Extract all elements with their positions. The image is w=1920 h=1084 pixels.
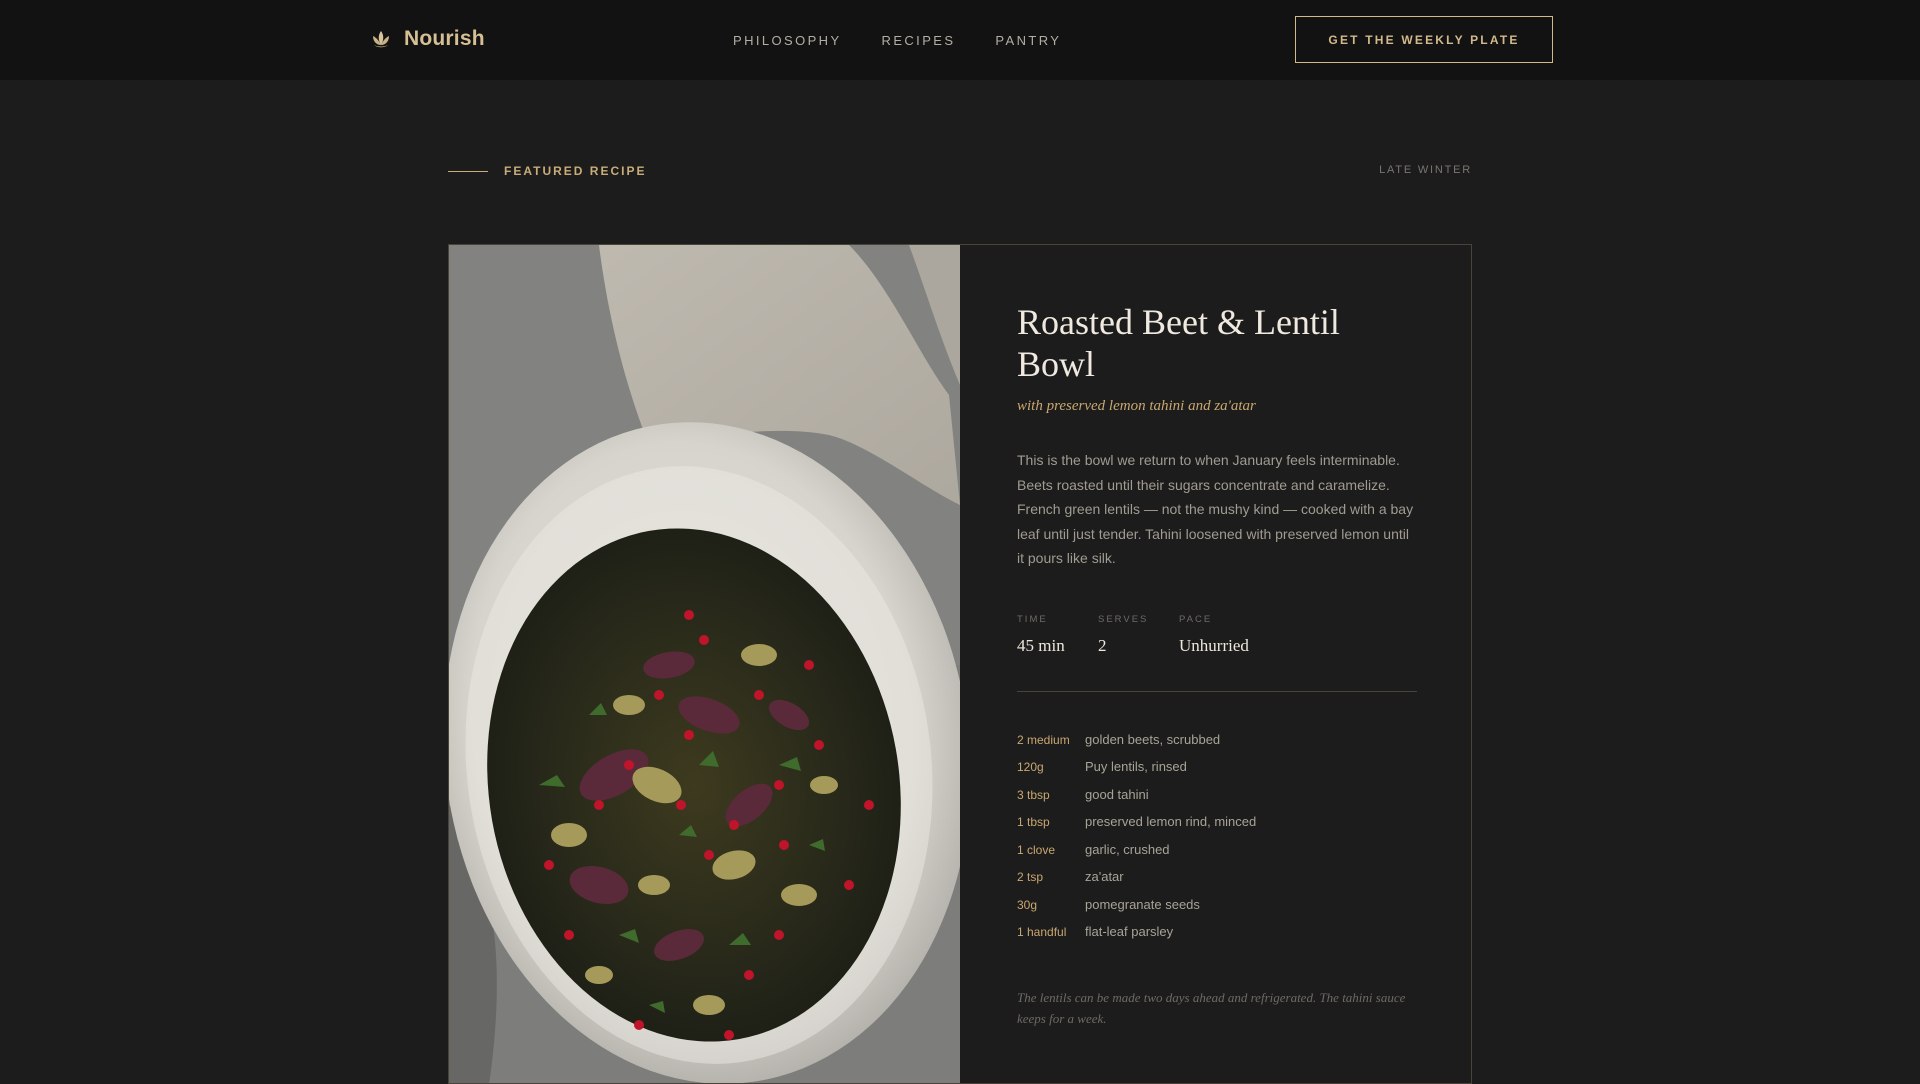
recipe-description: This is the bowl we return to when Janua… bbox=[1017, 452, 1414, 566]
recipe-photo-illustration bbox=[449, 245, 960, 1083]
ingredient-qty: 3 tbsp bbox=[1017, 787, 1050, 802]
ingredient-qty: 1 tbsp bbox=[1017, 815, 1050, 829]
main-nav: PHILOSOPHY RECIPES PANTRY bbox=[733, 33, 1061, 48]
weekly-plate-button[interactable]: GET THE WEEKLY PLATE bbox=[1295, 16, 1553, 63]
ingredient-row: 3 tbsp good tahini bbox=[1017, 787, 1417, 815]
ingredient-name: flat-leaf parsley bbox=[1085, 924, 1174, 939]
nav-link-philosophy[interactable]: PHILOSOPHY bbox=[733, 33, 842, 48]
ingredient-row: 1 tbsp preserved lemon rind, minced bbox=[1017, 814, 1417, 842]
ingredient-name: Puy lentils, rinsed bbox=[1085, 759, 1187, 774]
lotus-logo-icon bbox=[373, 31, 389, 48]
meta-serves: SERVES 2 bbox=[1098, 614, 1179, 656]
brand-home-link[interactable]: Nourish bbox=[370, 27, 485, 51]
meta-time-label: TIME bbox=[1017, 613, 1048, 625]
ingredient-name: za'atar bbox=[1085, 869, 1124, 884]
meta-serves-label: SERVES bbox=[1098, 613, 1149, 625]
nav-link-pantry[interactable]: PANTRY bbox=[995, 33, 1061, 48]
ingredient-name: good tahini bbox=[1085, 786, 1149, 802]
ingredient-qty: 2 tsp bbox=[1017, 870, 1044, 884]
ingredient-list: 2 medium golden beets, scrubbed 120g Puy… bbox=[1017, 732, 1417, 952]
ingredient-qty: 2 medium bbox=[1017, 732, 1070, 747]
meta-pace: PACE Unhurried bbox=[1179, 614, 1299, 656]
section-label: FEATURED RECIPE bbox=[504, 164, 647, 178]
recipe-card: Roasted Beet & Lentil Bowl with preserve… bbox=[448, 244, 1472, 1084]
recipe-content: Roasted Beet & Lentil Bowl with preserve… bbox=[1017, 301, 1417, 1029]
ingredient-qty: 1 clove bbox=[1017, 842, 1056, 857]
recipe-meta: TIME 45 min SERVES 2 PACE Unhurried bbox=[1017, 614, 1417, 656]
ingredient-row: 2 medium golden beets, scrubbed bbox=[1017, 732, 1417, 760]
ingredient-row: 120g Puy lentils, rinsed bbox=[1017, 759, 1417, 787]
ingredient-name: garlic, crushed bbox=[1085, 841, 1170, 857]
meta-pace-value: Unhurried bbox=[1179, 635, 1249, 655]
ingredient-row: 1 clove garlic, crushed bbox=[1017, 842, 1417, 870]
meta-serves-value: 2 bbox=[1098, 635, 1107, 655]
ingredient-name: golden beets, scrubbed bbox=[1085, 731, 1221, 747]
section-eyebrow: FEATURED RECIPE bbox=[448, 164, 646, 178]
meta-time: TIME 45 min bbox=[1017, 614, 1098, 656]
brand-name: Nourish bbox=[404, 27, 485, 50]
nav-link-recipes[interactable]: RECIPES bbox=[882, 33, 956, 48]
meta-time-value: 45 min bbox=[1017, 635, 1065, 655]
ingredient-qty: 1 handful bbox=[1017, 925, 1067, 939]
ingredient-qty: 120g bbox=[1017, 760, 1044, 774]
recipe-subtitle: with preserved lemon tahini and za'atar bbox=[1017, 398, 1256, 414]
ingredient-row: 1 handful flat-leaf parsley bbox=[1017, 924, 1417, 952]
ingredient-name: preserved lemon rind, minced bbox=[1085, 814, 1257, 829]
ingredient-name: pomegranate seeds bbox=[1085, 896, 1200, 912]
eyebrow-divider bbox=[448, 170, 488, 172]
top-navigation-bar: Nourish PHILOSOPHY RECIPES PANTRY GET TH… bbox=[0, 0, 1920, 80]
recipe-title: Roasted Beet & Lentil Bowl bbox=[1017, 302, 1340, 384]
recipe-photo bbox=[449, 245, 960, 1083]
meta-pace-label: PACE bbox=[1179, 613, 1213, 625]
ingredient-row: 2 tsp za'atar bbox=[1017, 869, 1417, 897]
content-divider bbox=[1017, 690, 1417, 692]
season-label: LATE WINTER bbox=[1379, 164, 1472, 176]
ingredient-qty: 30g bbox=[1017, 897, 1038, 912]
recipe-note: The lentils can be made two days ahead a… bbox=[1017, 989, 1406, 1026]
ingredient-row: 30g pomegranate seeds bbox=[1017, 897, 1417, 925]
